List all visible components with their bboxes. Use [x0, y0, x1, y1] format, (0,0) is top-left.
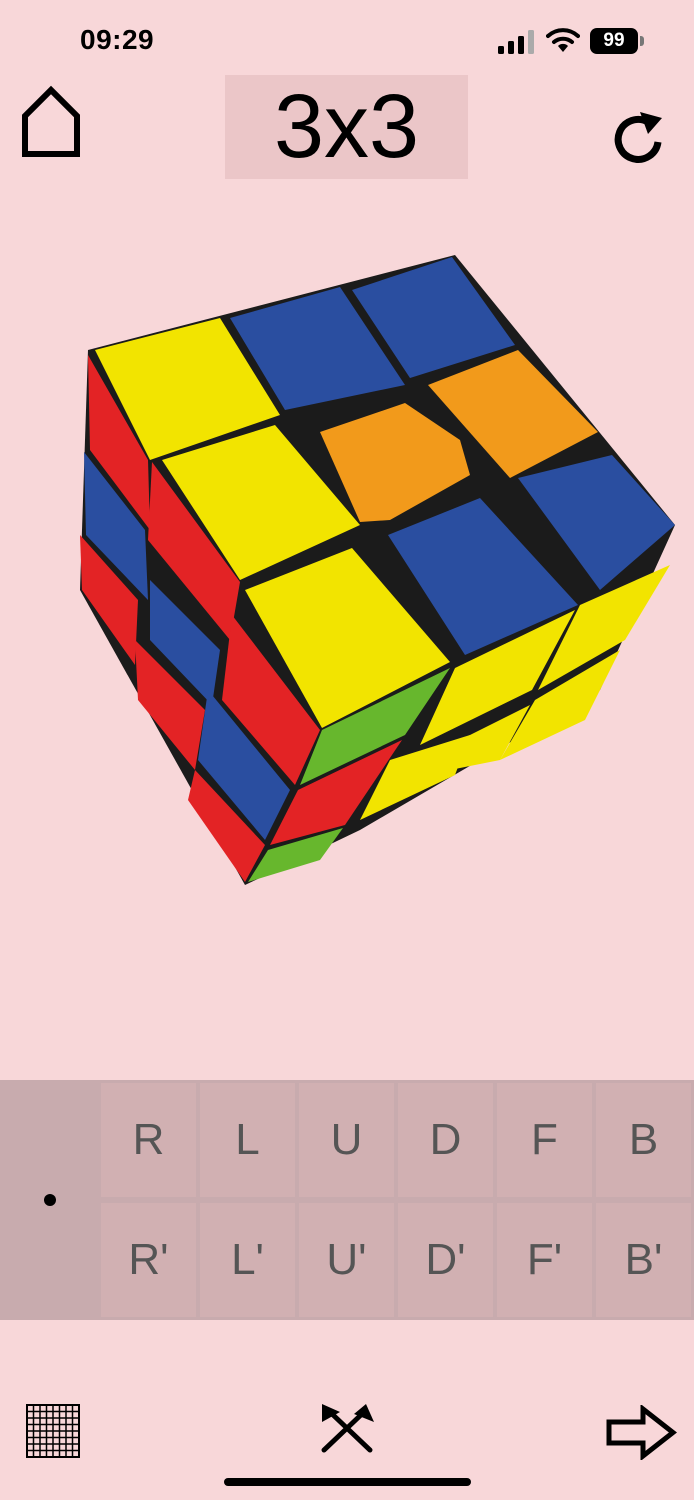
arrow-right-icon[interactable] — [605, 1405, 677, 1460]
status-bar: 09:29 99 — [0, 0, 694, 80]
move-button-r-prime[interactable]: R' — [101, 1203, 196, 1317]
move-button-d[interactable]: D — [398, 1083, 493, 1197]
move-grid: R L U D F B R' L' U' D' F' B' — [98, 1080, 694, 1320]
move-button-l[interactable]: L — [200, 1083, 295, 1197]
status-time: 09:29 — [80, 24, 155, 55]
cube-view[interactable] — [70, 245, 690, 895]
dot-icon — [44, 1194, 56, 1206]
move-panel: R L U D F B R' L' U' D' F' B' — [0, 1080, 694, 1320]
home-icon[interactable] — [20, 84, 82, 158]
battery-icon: 99 — [590, 28, 644, 54]
crossed-arrows-icon[interactable] — [318, 1400, 376, 1456]
move-button-d-prime[interactable]: D' — [398, 1203, 493, 1317]
page-title: 3x3 — [273, 77, 420, 177]
move-button-b-prime[interactable]: B' — [596, 1203, 691, 1317]
move-button-b[interactable]: B — [596, 1083, 691, 1197]
move-button-l-prime[interactable]: L' — [200, 1203, 295, 1317]
wifi-icon — [546, 28, 580, 52]
battery-level: 99 — [603, 30, 625, 51]
home-indicator — [224, 1478, 471, 1486]
move-button-r[interactable]: R — [101, 1083, 196, 1197]
signal-icon — [498, 30, 534, 54]
grid-icon[interactable] — [26, 1404, 80, 1458]
rotate-icon[interactable] — [610, 110, 670, 166]
move-button-u[interactable]: U — [299, 1083, 394, 1197]
puzzle-title: 3x3 — [225, 75, 468, 179]
move-toggle-button[interactable] — [0, 1080, 98, 1320]
move-button-f[interactable]: F — [497, 1083, 592, 1197]
move-button-u-prime[interactable]: U' — [299, 1203, 394, 1317]
move-button-f-prime[interactable]: F' — [497, 1203, 592, 1317]
